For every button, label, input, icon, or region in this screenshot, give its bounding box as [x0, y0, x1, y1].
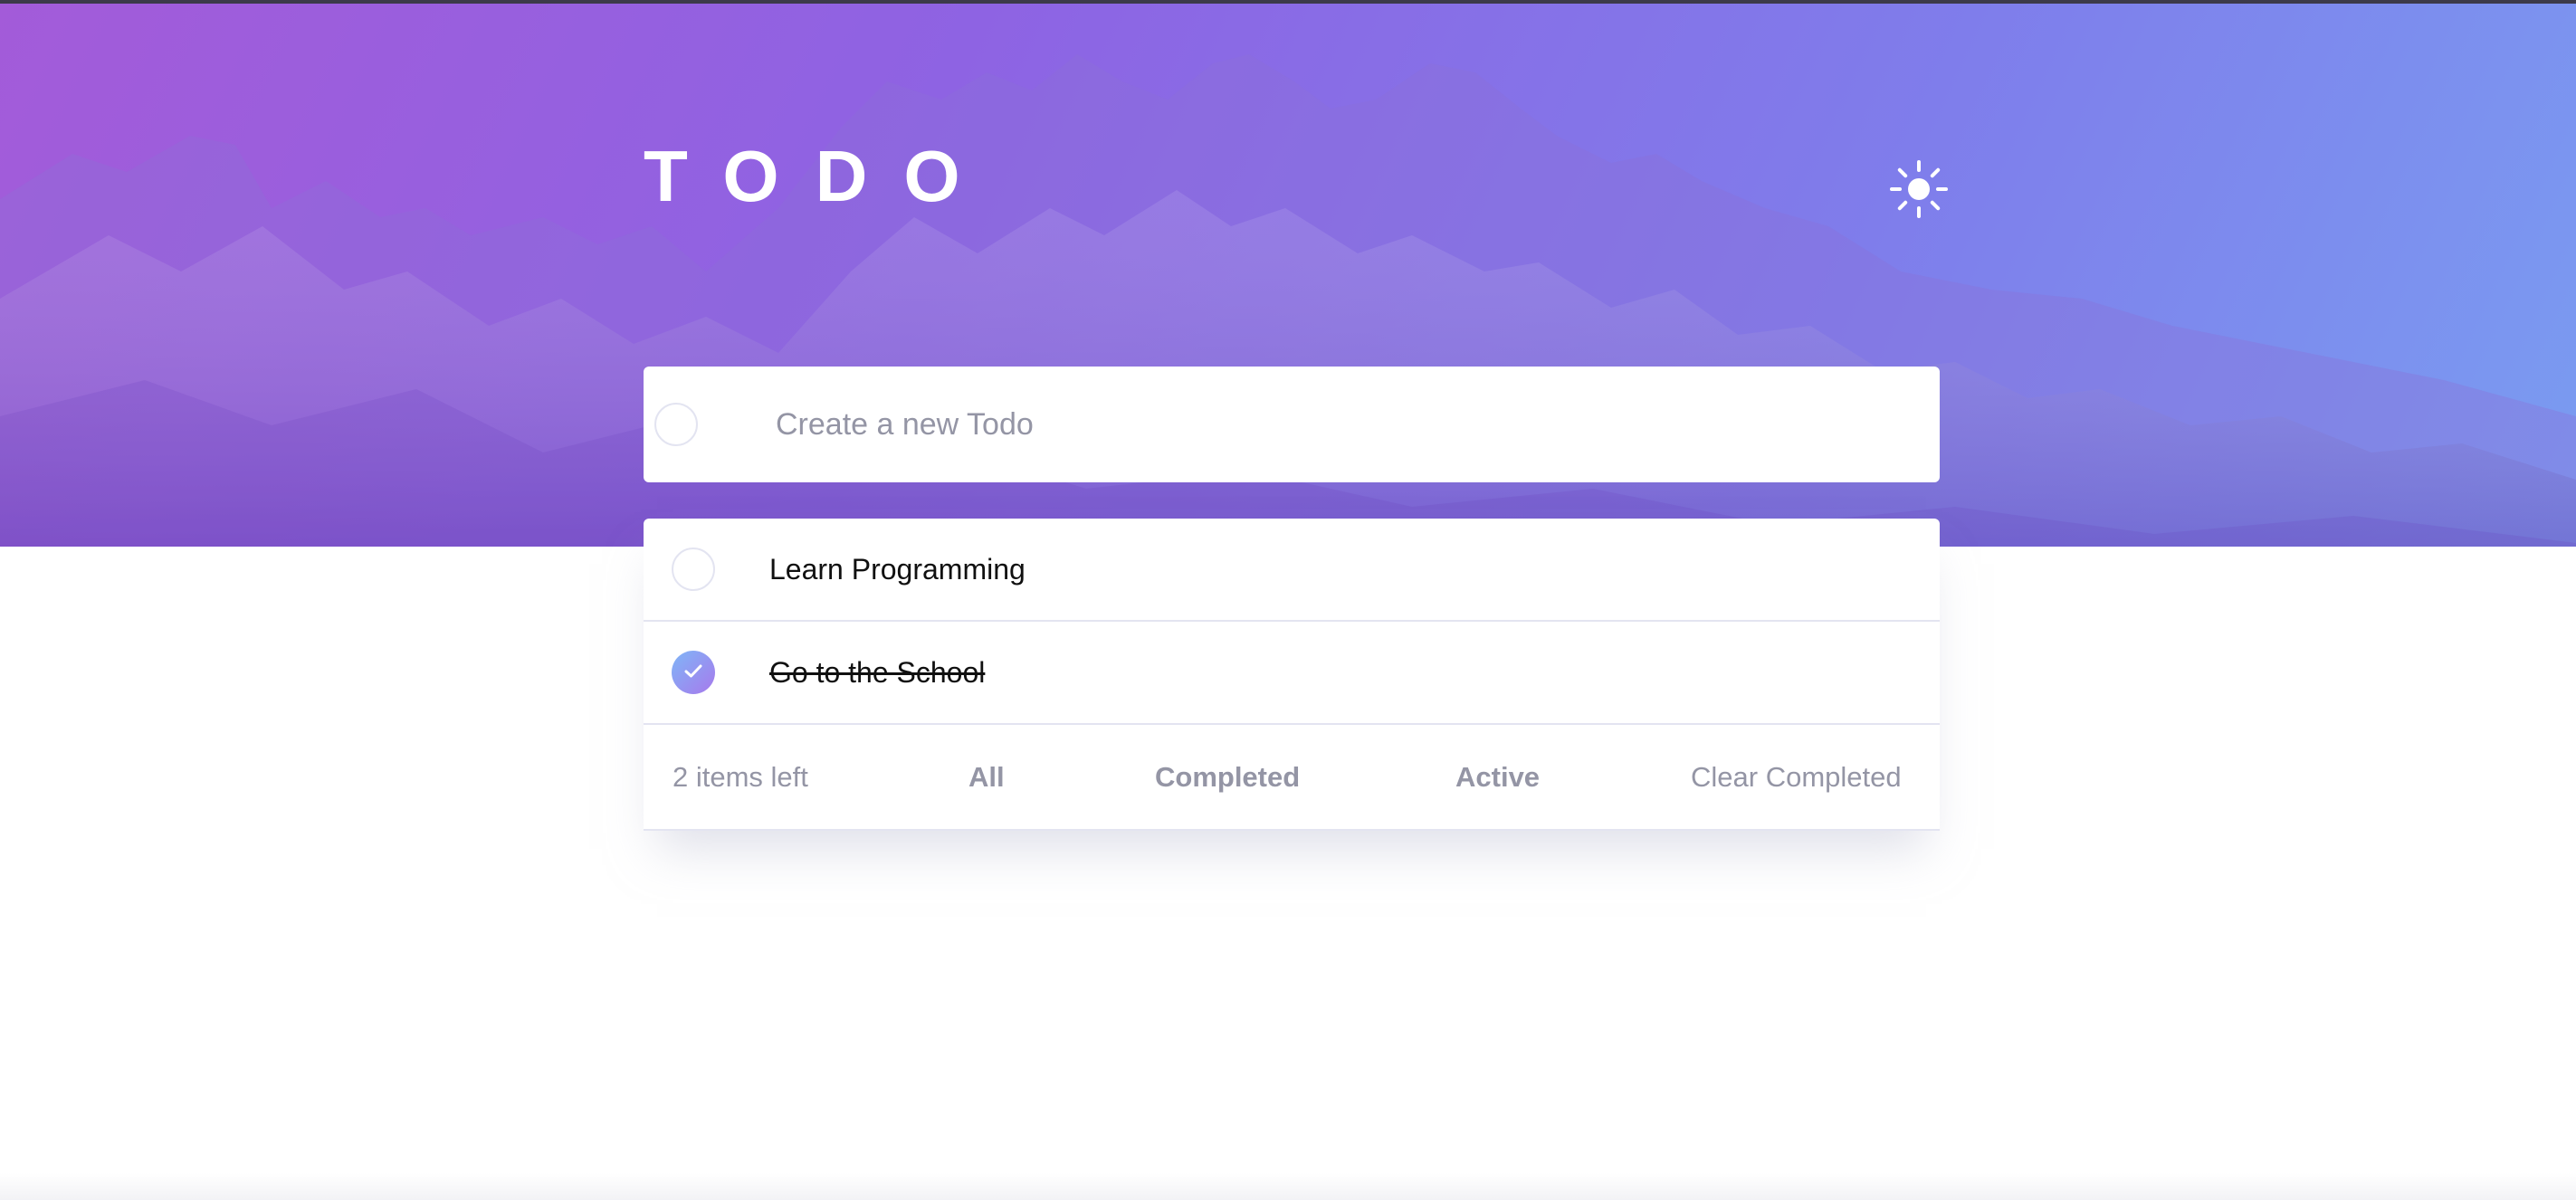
- theme-toggle-button[interactable]: [1888, 158, 1950, 220]
- app-header: TODO: [644, 136, 1948, 235]
- todo-checkbox[interactable]: [672, 548, 715, 591]
- clear-completed-button[interactable]: Clear Completed: [1691, 761, 1902, 794]
- todo-item[interactable]: Go to the School: [644, 622, 1940, 725]
- todo-list: Learn Programming Go to the School 2 ite…: [644, 519, 1940, 831]
- items-left-count: 2 items left: [673, 761, 808, 793]
- sun-icon: [1890, 160, 1948, 218]
- todo-checkbox-checked[interactable]: [672, 651, 715, 694]
- list-footer: 2 items left All Completed Active Clear …: [644, 727, 1940, 831]
- todo-text: Learn Programming: [769, 552, 1026, 586]
- bottom-edge-shadow: [0, 1173, 2576, 1200]
- check-icon: [684, 664, 702, 678]
- new-todo-form: [644, 367, 1940, 482]
- filter-completed-button[interactable]: Completed: [1155, 761, 1300, 794]
- todo-text: Go to the School: [769, 655, 986, 689]
- filter-active-button[interactable]: Active: [1455, 761, 1540, 794]
- new-todo-input[interactable]: [774, 405, 1864, 443]
- app-title: TODO: [644, 136, 997, 216]
- new-todo-checkbox[interactable]: [654, 403, 698, 446]
- todo-item[interactable]: Learn Programming: [644, 519, 1940, 622]
- filter-all-button[interactable]: All: [968, 761, 1005, 794]
- window-top-border: [0, 0, 2576, 4]
